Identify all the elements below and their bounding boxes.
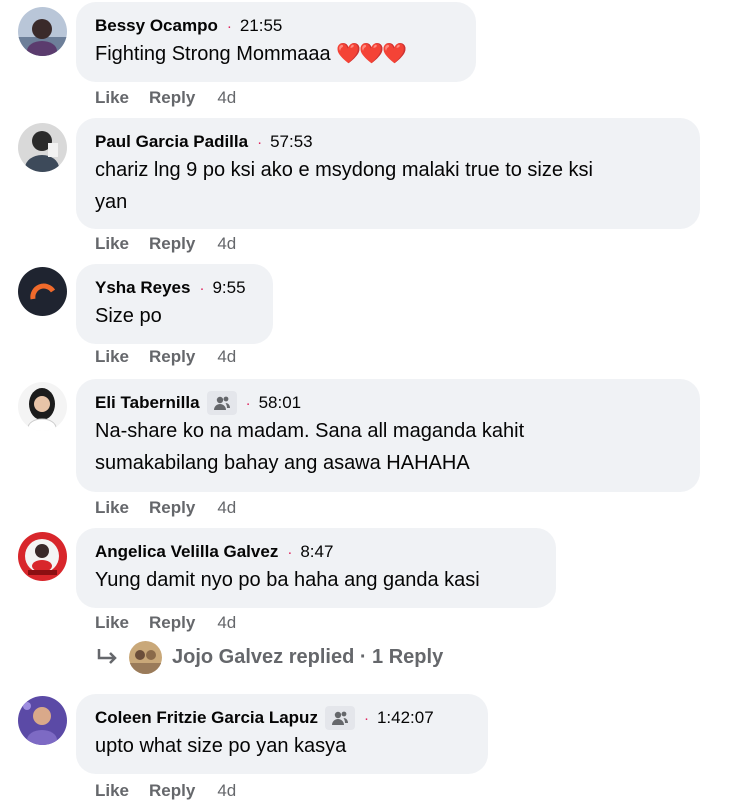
view-replies-link[interactable]: Jojo Galvez replied · 1 Reply xyxy=(95,641,443,674)
reply-button[interactable]: Reply xyxy=(149,781,195,801)
reply-arrow-icon xyxy=(97,648,117,664)
like-button[interactable]: Like xyxy=(95,88,129,108)
like-button[interactable]: Like xyxy=(95,347,129,367)
reply-button[interactable]: Reply xyxy=(149,613,195,633)
like-button[interactable]: Like xyxy=(95,498,129,518)
comment-text-line: chariz lng 9 po ksi ako e msydong malaki… xyxy=(95,159,593,181)
separator-dot: · xyxy=(363,709,369,727)
like-button[interactable]: Like xyxy=(95,234,129,254)
comment-text-body: Fighting Strong Mommaaa xyxy=(95,43,331,65)
reply-button[interactable]: Reply xyxy=(149,234,195,254)
comment-time[interactable]: 1:42:07 xyxy=(377,708,434,728)
comment-age[interactable]: 4d xyxy=(217,234,236,254)
comment-actions: Like Reply 4d xyxy=(95,498,236,518)
comment-bubble: Eli Tabernilla · 58:01 Na-share ko na ma… xyxy=(76,379,700,492)
comment-age[interactable]: 4d xyxy=(217,88,236,108)
comment-actions: Like Reply 4d xyxy=(95,781,236,801)
separator-dot: · xyxy=(199,279,205,297)
avatar[interactable] xyxy=(18,123,67,172)
comment-age[interactable]: 4d xyxy=(217,498,236,518)
avatar[interactable] xyxy=(18,532,67,581)
replies-summary[interactable]: Jojo Galvez replied · 1 Reply xyxy=(172,646,443,669)
comment-author[interactable]: Angelica Velilla Galvez xyxy=(95,542,278,562)
comment-time[interactable]: 58:01 xyxy=(259,393,302,413)
comment-text: Fighting Strong Mommaaa ❤️❤️❤️ xyxy=(95,38,456,70)
separator-dot: · xyxy=(257,133,263,151)
comment-text: chariz lng 9 po ksi ako e msydong malaki… xyxy=(95,154,680,218)
avatar[interactable] xyxy=(18,696,67,745)
comment-bubble: Paul Garcia Padilla · 57:53 chariz lng 9… xyxy=(76,118,700,229)
comment-author[interactable]: Ysha Reyes xyxy=(95,278,190,298)
reply-button[interactable]: Reply xyxy=(149,347,195,367)
comment-text-line: Na-share ko na madam. Sana all maganda k… xyxy=(95,420,525,442)
like-button[interactable]: Like xyxy=(95,613,129,633)
comment-time[interactable]: 9:55 xyxy=(212,278,245,298)
separator-dot: · xyxy=(245,394,251,412)
like-button[interactable]: Like xyxy=(95,781,129,801)
comment-age[interactable]: 4d xyxy=(217,347,236,367)
comment-time[interactable]: 21:55 xyxy=(240,16,283,36)
comment-time[interactable]: 8:47 xyxy=(300,542,333,562)
comment-author[interactable]: Coleen Fritzie Garcia Lapuz xyxy=(95,708,318,728)
people-badge-icon xyxy=(206,391,237,415)
avatar[interactable] xyxy=(18,382,67,431)
comment-text-line: yan xyxy=(95,191,128,213)
separator-dot: · xyxy=(287,543,293,561)
avatar[interactable] xyxy=(18,267,67,316)
comment-author[interactable]: Bessy Ocampo xyxy=(95,16,218,36)
comment-age[interactable]: 4d xyxy=(217,613,236,633)
comment-text: upto what size po yan kasya xyxy=(95,735,347,757)
comment-actions: Like Reply 4d xyxy=(95,613,236,633)
reply-button[interactable]: Reply xyxy=(149,498,195,518)
comment-author[interactable]: Paul Garcia Padilla xyxy=(95,132,248,152)
comment-actions: Like Reply 4d xyxy=(95,347,236,367)
separator-dot: · xyxy=(226,17,232,35)
comment-text-line: sumakabilang bahay ang asawa HAHAHA xyxy=(95,452,470,474)
replier-avatar xyxy=(129,641,162,674)
comment-age[interactable]: 4d xyxy=(217,781,236,801)
reply-button[interactable]: Reply xyxy=(149,88,195,108)
comment-text: Yung damit nyo po ba haha ang ganda kasi xyxy=(95,569,480,591)
comment-author[interactable]: Eli Tabernilla xyxy=(95,393,200,413)
comment-bubble: Ysha Reyes · 9:55 Size po xyxy=(76,264,273,344)
comment-bubble: Bessy Ocampo · 21:55 Fighting Strong Mom… xyxy=(76,2,476,82)
comment-actions: Like Reply 4d xyxy=(95,88,236,108)
heart-emoji-icon: ❤️❤️❤️ xyxy=(336,43,407,65)
comment-bubble: Coleen Fritzie Garcia Lapuz · 1:42:07 up… xyxy=(76,694,488,774)
comment-text: Size po xyxy=(95,305,162,327)
avatar[interactable] xyxy=(18,7,67,56)
people-badge-icon xyxy=(324,706,355,730)
comment-actions: Like Reply 4d xyxy=(95,234,236,254)
comment-text: Na-share ko na madam. Sana all maganda k… xyxy=(95,415,680,479)
comment-bubble: Angelica Velilla Galvez · 8:47 Yung dami… xyxy=(76,528,556,608)
comment-time[interactable]: 57:53 xyxy=(270,132,313,152)
